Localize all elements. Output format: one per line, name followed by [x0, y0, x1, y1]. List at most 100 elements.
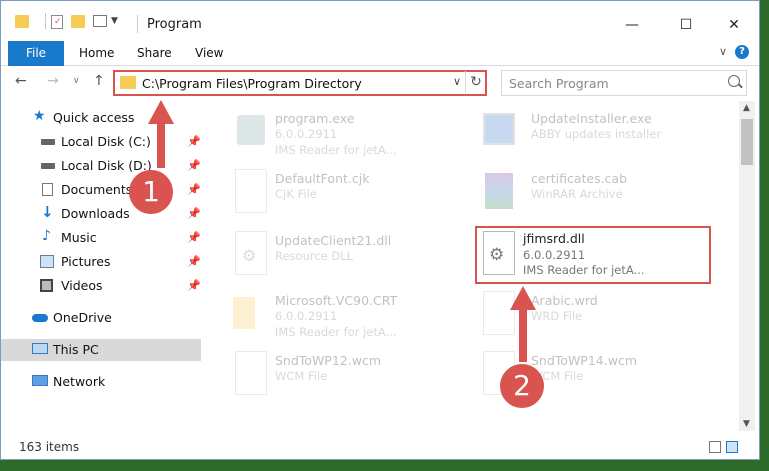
close-button[interactable]: ✕ — [711, 11, 757, 39]
status-bar: 163 items — [1, 433, 759, 459]
chevron-down-icon[interactable]: ▼ — [111, 16, 118, 26]
music-note-icon: ♪ — [42, 228, 51, 244]
new-folder-icon[interactable] — [71, 15, 85, 28]
forward-arrow-icon[interactable]: → — [47, 73, 59, 89]
installer-icon — [479, 109, 519, 153]
tab-share[interactable]: Share — [123, 41, 186, 65]
folder-icon — [15, 15, 29, 28]
file-item[interactable]: SndToWP12.wcm WCM File — [231, 347, 481, 403]
navigation-pane: ★ Quick access Local Disk (C:) 📌 Local D… — [1, 101, 202, 431]
sidebar-item-label: Documents — [61, 182, 133, 197]
help-icon[interactable]: ? — [735, 45, 749, 59]
download-arrow-icon: ↓ — [41, 203, 54, 221]
sidebar-item-label: This PC — [53, 342, 99, 357]
file-name: UpdateInstaller.exe — [531, 111, 652, 126]
documents-icon — [42, 183, 53, 196]
maximize-button[interactable]: ☐ — [663, 11, 709, 39]
folder-icon — [231, 291, 271, 335]
file-item[interactable]: Microsoft.VC90.CRT 6.0.0.2911 IMS Reader… — [231, 287, 481, 343]
properties-icon[interactable]: ✓ — [51, 15, 63, 29]
up-arrow-icon[interactable]: ↑ — [93, 73, 105, 89]
star-icon: ★ — [33, 108, 46, 124]
callout-badge-1: 1 — [129, 170, 173, 214]
pin-icon[interactable]: 📌 — [187, 179, 201, 201]
search-icon — [728, 75, 740, 87]
callout-badge-2: 2 — [500, 364, 544, 408]
ribbon-tabs: File Home Share View ∨ ? — [1, 41, 759, 97]
title-bar: ✓ ▼ Program — ☐ ✕ — [1, 1, 759, 41]
file-detail: IMS Reader for jetA... — [275, 143, 397, 157]
customize-qa-icon[interactable] — [93, 15, 107, 27]
sidebar-item-label: Pictures — [61, 254, 111, 269]
cloud-icon — [32, 314, 48, 322]
recent-locations-icon[interactable]: ∨ — [73, 76, 80, 86]
monitor-icon — [32, 343, 48, 354]
file-detail: WCM File — [275, 369, 328, 383]
tab-view[interactable]: View — [181, 41, 237, 65]
details-view-icon[interactable] — [709, 441, 721, 453]
winrar-icon — [479, 169, 519, 213]
file-detail: ABBY updates installer — [531, 127, 662, 141]
file-item[interactable]: program.exe 6.0.0.2911 IMS Reader for je… — [231, 105, 481, 161]
file-name: SndToWP14.wcm — [531, 353, 637, 368]
file-item[interactable]: certificates.cab WinRAR Archive — [479, 165, 729, 221]
pin-icon[interactable]: 📌 — [187, 275, 201, 297]
separator — [137, 15, 138, 33]
file-item[interactable]: DefaultFont.cjk CJK File — [231, 165, 481, 221]
sidebar-item-onedrive[interactable]: OneDrive — [1, 307, 201, 329]
tab-home[interactable]: Home — [65, 41, 128, 65]
pin-icon[interactable]: 📌 — [187, 131, 201, 153]
network-icon — [32, 375, 48, 386]
file-detail: WRD File — [531, 309, 583, 323]
film-icon — [40, 279, 53, 292]
sidebar-item-local-disk-d[interactable]: Local Disk (D:) 📌 — [1, 155, 201, 177]
file-item[interactable]: UpdateInstaller.exe ABBY updates install… — [479, 105, 729, 161]
search-input[interactable]: Search Program — [501, 70, 747, 96]
refresh-icon[interactable]: ↻ — [465, 71, 486, 93]
file-detail: 6.0.0.2911 — [275, 309, 338, 323]
scroll-up-icon[interactable]: ▲ — [743, 103, 750, 113]
window-title: Program — [147, 17, 202, 32]
navigation-bar: ← → ∨ ↑ C:\Program Files\Program Directo… — [1, 66, 759, 100]
highlight-box — [475, 226, 711, 284]
sidebar-item-label: Music — [61, 230, 97, 245]
pictures-icon — [40, 255, 54, 268]
sidebar-item-label: Videos — [61, 278, 103, 293]
sidebar-item-network[interactable]: Network — [1, 371, 201, 393]
vertical-scrollbar[interactable]: ▲ ▼ — [739, 101, 755, 431]
file-detail: WinRAR Archive — [531, 187, 623, 201]
back-arrow-icon[interactable]: ← — [15, 73, 27, 89]
sidebar-item-videos[interactable]: Videos 📌 — [1, 275, 201, 297]
chevron-down-icon[interactable]: ∨ — [719, 45, 727, 58]
sidebar-item-label: Quick access — [53, 110, 135, 125]
address-path[interactable]: C:\Program Files\Program Directory — [142, 76, 362, 91]
pin-icon[interactable]: 📌 — [187, 227, 201, 249]
file-name: UpdateClient21.dll — [275, 233, 392, 248]
view-toggle[interactable] — [709, 441, 741, 453]
file-name: program.exe — [275, 111, 355, 126]
file-item[interactable]: ⚙ UpdateClient21.dll Resource DLL — [231, 227, 481, 283]
tiles-view-icon[interactable] — [726, 441, 738, 453]
sidebar-item-this-pc[interactable]: This PC — [1, 339, 201, 361]
sidebar-item-local-disk-c[interactable]: Local Disk (C:) 📌 — [1, 131, 201, 153]
drive-icon — [41, 163, 55, 169]
file-detail: Resource DLL — [275, 249, 354, 263]
minimize-button[interactable]: — — [609, 11, 655, 39]
address-bar[interactable]: C:\Program Files\Program Directory ∨ ↻ — [113, 70, 487, 96]
scroll-thumb[interactable] — [741, 119, 753, 165]
file-detail: IMS Reader for jetA... — [275, 325, 397, 339]
pin-icon[interactable]: 📌 — [187, 155, 201, 177]
folder-icon — [120, 76, 136, 89]
document-icon — [235, 169, 267, 213]
document-icon — [235, 351, 267, 395]
sidebar-item-music[interactable]: ♪ Music 📌 — [1, 227, 201, 249]
drive-icon — [41, 139, 55, 145]
chevron-down-icon[interactable]: ∨ — [453, 75, 461, 88]
pin-icon[interactable]: 📌 — [187, 251, 201, 273]
sidebar-item-pictures[interactable]: Pictures 📌 — [1, 251, 201, 273]
sidebar-item-downloads[interactable]: ↓ Downloads 📌 — [1, 203, 201, 225]
scroll-down-icon[interactable]: ▼ — [743, 419, 750, 429]
file-name: SndToWP12.wcm — [275, 353, 381, 368]
sidebar-item-label: OneDrive — [53, 310, 112, 325]
pin-icon[interactable]: 📌 — [187, 203, 201, 225]
